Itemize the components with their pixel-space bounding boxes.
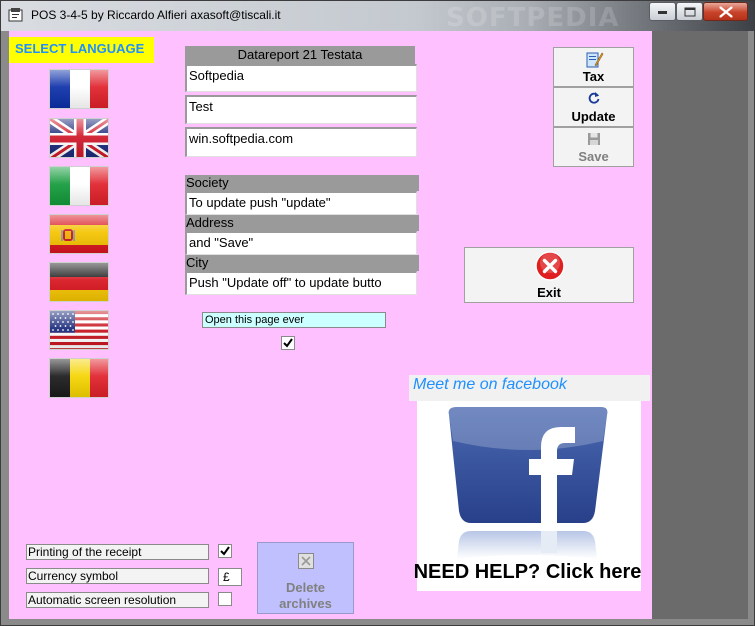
open-page-ever-checkbox[interactable] [281, 336, 295, 350]
app-icon [8, 8, 23, 22]
main-form: SELECT LANGUAGE Datareport 21 Testata So… [9, 31, 652, 619]
exit-button-label: Exit [537, 285, 561, 300]
belgium-flag[interactable] [49, 358, 109, 398]
need-help-link[interactable]: NEED HELP? Click here [409, 558, 646, 586]
checkmark-icon [220, 546, 230, 556]
usa-flag-graphic [50, 311, 108, 349]
france-flag[interactable] [49, 69, 109, 109]
printing-receipt-label: Printing of the receipt [26, 544, 209, 560]
datareport-header: Datareport 21 Testata [185, 46, 415, 64]
datareport-line3-field[interactable]: win.softpedia.com [185, 127, 417, 157]
checkmark-icon [283, 338, 293, 348]
city-label: City [185, 255, 419, 271]
society-label: Society [185, 175, 419, 191]
delete-archives-label: Delete archives [258, 580, 353, 612]
datareport-line1-field[interactable]: Softpedia [185, 64, 417, 92]
auto-screen-resolution-checkbox[interactable] [218, 592, 232, 606]
minimize-button[interactable] [649, 2, 676, 21]
title-bar[interactable]: POS 3-4-5 by Riccardo Alfieri axasoft@ti… [1, 1, 754, 33]
close-icon [719, 6, 732, 17]
app-window: POS 3-4-5 by Riccardo Alfieri axasoft@ti… [0, 0, 755, 626]
maximize-icon [684, 7, 695, 16]
save-button[interactable]: Save [553, 127, 634, 167]
tax-button[interactable]: Tax [553, 47, 634, 87]
refresh-icon [588, 92, 600, 104]
usa-flag[interactable] [49, 310, 109, 350]
spain-flag[interactable] [49, 214, 109, 254]
update-button[interactable]: Update [553, 87, 634, 127]
facebook-title: Meet me on facebook [413, 376, 567, 393]
society-field[interactable]: To update push "update" [185, 191, 417, 215]
delete-archives-label-line2: archives [279, 596, 332, 611]
spain-coat-of-arms-icon [61, 229, 75, 241]
datareport-header-text: Datareport 21 Testata [237, 47, 363, 62]
address-label: Address [185, 215, 419, 231]
delete-x-icon [298, 553, 314, 569]
maximize-button[interactable] [676, 2, 703, 21]
minimize-icon [657, 10, 667, 14]
error-x-icon [535, 251, 565, 281]
printing-receipt-checkbox[interactable] [218, 544, 232, 558]
exit-button[interactable]: Exit [464, 247, 634, 303]
window-title: POS 3-4-5 by Riccardo Alfieri axasoft@ti… [31, 8, 281, 22]
open-page-ever-label: Open this page ever [202, 312, 386, 328]
delete-archives-button[interactable]: Delete archives [257, 542, 354, 614]
currency-symbol-input[interactable]: £ [218, 568, 242, 586]
city-field[interactable]: Push "Update off" to update butto [185, 271, 417, 295]
window-background [652, 31, 748, 619]
softpedia-watermark: SOFTPEDIA [446, 3, 620, 33]
close-window-button[interactable] [703, 2, 748, 21]
germany-flag[interactable] [49, 262, 109, 302]
update-button-label: Update [571, 109, 616, 124]
address-field[interactable]: and "Save" [185, 231, 417, 255]
uk-flag[interactable] [49, 118, 109, 158]
facebook-header: Meet me on facebook [409, 375, 650, 401]
delete-archives-label-line1: Delete [285, 580, 326, 595]
uk-flag-graphic [50, 119, 108, 157]
currency-symbol-label: Currency symbol [26, 568, 209, 584]
auto-screen-resolution-label: Automatic screen resolution [26, 592, 209, 608]
select-language-label: SELECT LANGUAGE [9, 37, 154, 63]
tax-button-label: Tax [582, 69, 605, 84]
edit-document-icon [586, 52, 604, 68]
italy-flag[interactable] [49, 166, 109, 206]
save-disk-icon [588, 133, 600, 145]
save-button-label: Save [578, 149, 609, 164]
datareport-line2-field[interactable]: Test [185, 95, 417, 124]
